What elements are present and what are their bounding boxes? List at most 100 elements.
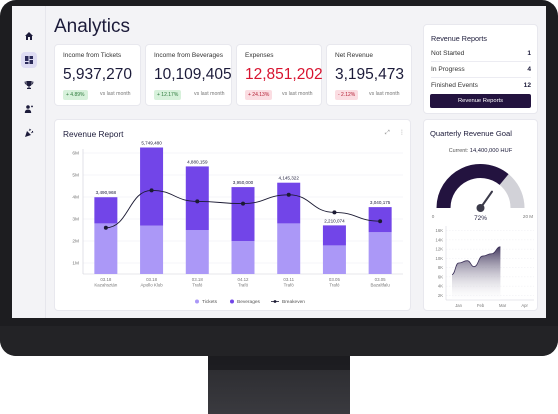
kpi-note: vs last month: [100, 91, 131, 97]
bar-beverages: [231, 187, 255, 241]
kpi-label: Net Revenue: [335, 52, 373, 59]
bar-tickets: [185, 230, 209, 274]
y-tick-label: 3M: [72, 217, 79, 223]
x-tick-venue: Apollo Klub: [140, 283, 163, 288]
y-tick-label: 1M: [72, 261, 79, 267]
bar-tickets: [322, 245, 346, 274]
status-row-not-started: Not Started 1: [431, 50, 531, 57]
bar-tickets: [368, 232, 392, 274]
quarterly-area-chart: 2K 4K 6K 8K 10K 12K 14K 16K Jan Feb Mar Apr: [436, 226, 534, 308]
status-label: Not Started: [431, 50, 465, 57]
bar-value-label: 3,950,000: [233, 180, 254, 185]
x-tick-date: 03.05: [329, 277, 341, 282]
bar-tickets: [277, 223, 301, 274]
area-fill: [452, 246, 501, 300]
legend-marker-tickets: [195, 299, 199, 304]
breakeven-point: [149, 188, 154, 193]
y-tick-label: 5M: [72, 173, 79, 179]
y-tick-label: 4M: [72, 195, 79, 201]
x-tick-venue: Bazaltfalu: [370, 283, 390, 288]
breakeven-point: [103, 225, 108, 230]
status-count: 12: [523, 82, 531, 89]
x-tick-date: 03.11: [283, 277, 294, 282]
home-icon[interactable]: [21, 28, 37, 44]
kpi-value: 12,851,202: [245, 66, 323, 83]
sidebar: [12, 6, 46, 318]
y-tick-label: 6M: [72, 151, 79, 157]
bar-tickets: [231, 241, 255, 274]
bar-value-label: 4,880,159: [187, 159, 208, 164]
revenue-reports-button[interactable]: Revenue Reports: [430, 94, 531, 108]
kpi-value: 3,195,473: [335, 66, 404, 83]
current-label: Current:: [448, 148, 469, 154]
x-tick-date: 03.18: [146, 277, 158, 282]
breakeven-point: [378, 219, 383, 224]
kpi-label: Income from Beverages: [154, 52, 224, 59]
breakeven-point: [241, 201, 245, 206]
card-title: Revenue Reports: [431, 34, 487, 43]
y-tick-label: 2M: [72, 239, 79, 245]
trophy-icon[interactable]: [21, 77, 37, 93]
y-tick-label: 10K: [436, 256, 444, 261]
status-row-finished: Finished Events 12: [431, 82, 531, 89]
bar-beverages: [185, 166, 209, 230]
breakeven-point: [195, 199, 200, 204]
revenue-report-card: Revenue Report ⤢ ⋮ 1M 2M 3M 4M 5M 6M 3,490,96…: [54, 119, 411, 311]
kpi-value: 5,937,270: [63, 66, 132, 83]
gauge-hub: [476, 204, 485, 212]
x-tick-date: 03.05: [375, 277, 387, 282]
page-title: Analytics: [54, 16, 131, 37]
kpi-value: 10,109,405: [154, 66, 232, 83]
bar-tickets: [94, 223, 118, 274]
gauge-max-label: 20 M: [523, 214, 533, 219]
users-icon[interactable]: [21, 101, 37, 117]
party-icon[interactable]: [21, 125, 37, 141]
kpi-card-net-revenue: Net Revenue 3,195,473 - 2.12% vs last mo…: [326, 44, 412, 106]
bar-beverages: [322, 225, 346, 246]
kpi-change-badge: + 24.13%: [245, 90, 273, 100]
current-value: 14,400,000 HUF: [469, 148, 513, 154]
x-tick-date: 03.18: [192, 277, 204, 282]
x-tick-label: Jan: [455, 303, 462, 308]
x-tick-date: 04.12: [238, 277, 250, 282]
bar-value-label: 4,145,322: [278, 176, 299, 181]
x-tick-venue: Trafó: [329, 283, 340, 288]
bar-beverages: [140, 147, 164, 226]
bar-value-label: 5,749,480: [141, 141, 162, 146]
legend-label-breakeven: Breakeven: [282, 299, 305, 305]
screen: Analytics Income from Tickets 5,937,270 …: [12, 6, 546, 318]
legend-marker-beverages: [230, 299, 234, 304]
gauge-min-label: 0: [432, 214, 435, 219]
bar-tickets: [140, 225, 164, 274]
revenue-reports-card: Revenue Reports Not Started 1 In Progres…: [423, 24, 538, 114]
x-tick-label: Feb: [477, 303, 485, 308]
x-tick-date: 03.18: [100, 277, 112, 282]
kpi-card-expenses: Expenses 12,851,202 + 24.13% vs last mon…: [236, 44, 323, 106]
bar-value-label: 3,490,968: [96, 190, 117, 195]
revenue-bar-chart: 1M2M3M4M5M6M 3,490,96803.18Kazahsztán5,7…: [72, 141, 403, 305]
monitor-mockup: Analytics Income from Tickets 5,937,270 …: [0, 0, 558, 414]
kpi-card-beverages: Income from Beverages 10,109,405 + 12.17…: [145, 44, 232, 106]
x-tick-label: Mar: [499, 303, 507, 308]
x-tick-venue: Trafó: [284, 283, 295, 288]
bar-beverages: [277, 182, 301, 224]
bar-beverages: [94, 197, 118, 224]
y-tick-label: 8K: [438, 265, 443, 270]
gauge-fill: [436, 164, 509, 209]
y-tick-label: 4K: [438, 284, 443, 289]
y-tick-label: 6K: [438, 274, 443, 279]
x-tick-venue: Trafó: [238, 283, 249, 288]
y-tick-label: 16K: [436, 228, 444, 233]
status-row-in-progress: In Progress 4: [431, 66, 531, 73]
bar-value-label: 2,210,074: [324, 218, 345, 223]
x-tick-venue: Trafó: [192, 283, 203, 288]
legend-label-beverages: Beverages: [237, 299, 261, 305]
dashboard-icon[interactable]: [21, 52, 37, 68]
card-title: Quarterly Revenue Goal: [430, 129, 512, 138]
kpi-change-badge: + 12.17%: [154, 90, 182, 100]
kpi-label: Income from Tickets: [63, 52, 122, 59]
status-count: 1: [527, 50, 531, 57]
breakeven-point: [332, 210, 337, 215]
kpi-card-tickets: Income from Tickets 5,937,270 + 4.89% vs…: [54, 44, 141, 106]
status-label: In Progress: [431, 66, 465, 73]
